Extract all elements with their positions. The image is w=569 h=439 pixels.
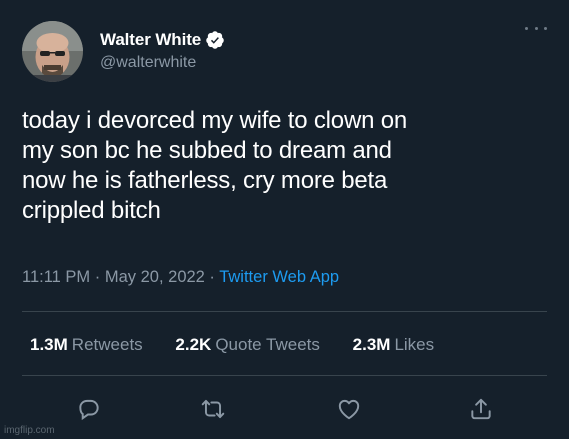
avatar-image — [22, 21, 83, 82]
likes-label: Likes — [394, 335, 435, 354]
retweet-icon — [201, 399, 225, 419]
likes-count: 2.3M — [352, 335, 391, 354]
quote-tweets-stat[interactable]: 2.2K Quote Tweets — [175, 335, 320, 355]
user-names: Walter White @walterwhite — [100, 30, 225, 72]
retweets-stat[interactable]: 1.3M Retweets — [30, 335, 143, 355]
retweet-button[interactable] — [200, 396, 226, 422]
tweet-actions — [0, 396, 569, 422]
user-handle[interactable]: @walterwhite — [100, 54, 225, 72]
retweets-label: Retweets — [71, 335, 143, 354]
likes-stat[interactable]: 2.3M Likes — [353, 335, 434, 355]
share-icon — [471, 398, 491, 420]
tweet-time[interactable]: 11:11 PM — [22, 268, 90, 286]
share-button[interactable] — [468, 396, 494, 422]
quote-tweets-count: 2.2K — [175, 335, 212, 354]
dot — [525, 26, 528, 30]
like-icon — [338, 399, 360, 420]
like-button[interactable] — [336, 396, 362, 422]
watermark: imgflip.com — [4, 425, 55, 436]
verified-badge-icon — [206, 30, 224, 49]
display-name[interactable]: Walter White — [100, 30, 201, 50]
tweet-card: Walter White @walterwhite today i devorc… — [0, 0, 569, 439]
quote-tweets-label: Quote Tweets — [215, 335, 320, 354]
more-options-icon[interactable] — [525, 24, 547, 32]
reply-icon — [79, 399, 99, 421]
reply-button[interactable] — [76, 396, 102, 422]
tweet-stats: 1.3M Retweets 2.2K Quote Tweets 2.3M Likes — [30, 335, 462, 355]
dot — [534, 26, 538, 30]
tweet-source-link[interactable]: Twitter Web App — [219, 268, 339, 286]
divider-top — [22, 311, 547, 312]
tweet-header: Walter White @walterwhite — [22, 21, 225, 82]
avatar[interactable] — [22, 21, 83, 82]
meta-separator: · — [204, 268, 220, 286]
tweet-text: today i devorced my wife to clown on my … — [22, 107, 407, 224]
tweet-date[interactable]: May 20, 2022 — [105, 268, 205, 286]
tweet-meta: 11:11 PM · May 20, 2022 · Twitter Web Ap… — [22, 268, 339, 287]
divider-bottom — [22, 375, 547, 376]
dot — [544, 26, 547, 30]
meta-separator: · — [90, 268, 105, 286]
display-name-row: Walter White — [100, 30, 225, 50]
retweets-count: 1.3M — [30, 335, 68, 354]
